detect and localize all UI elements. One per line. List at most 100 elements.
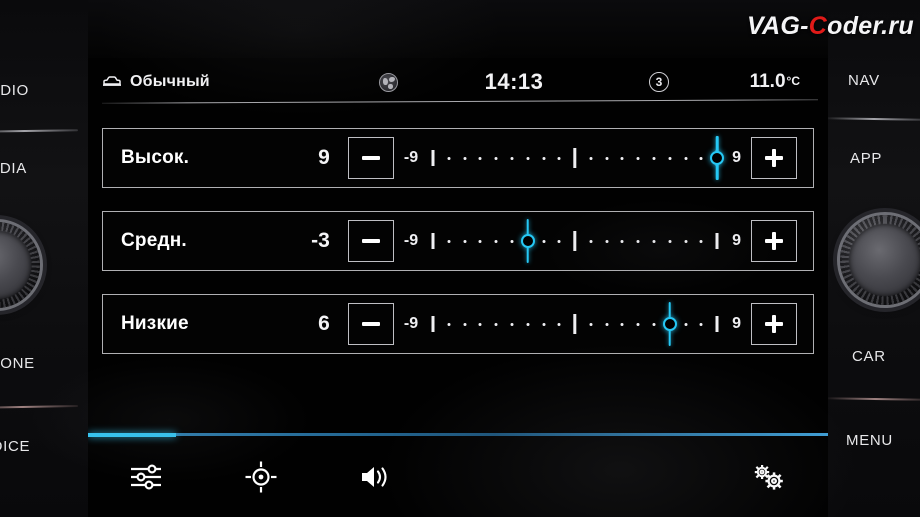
hw-button-menu[interactable]: MENU — [846, 432, 893, 449]
equalizer-decrease-button[interactable] — [347, 137, 394, 179]
scale-tick — [715, 316, 719, 332]
scale-tick — [478, 239, 482, 243]
equalizer-band-label: Низкие — [121, 313, 189, 334]
hw-button-phone[interactable]: PHONE — [0, 355, 35, 372]
scale-tick — [652, 156, 656, 160]
scale-tick — [510, 239, 514, 243]
scale-tick — [699, 156, 703, 160]
scale-tick — [684, 322, 688, 326]
equalizer-scale[interactable]: -9 9 — [394, 212, 751, 270]
hw-button-radio[interactable]: RADIO — [0, 82, 29, 99]
scale-tick — [447, 156, 451, 160]
car-icon — [103, 76, 121, 86]
hw-separator-top-left — [0, 129, 79, 133]
equalizer-row: Средн. -3 -9 9 — [102, 211, 814, 271]
scale-tick — [542, 156, 546, 160]
scale-tick — [699, 239, 703, 243]
circled-3-icon: 3 — [649, 72, 669, 92]
equalizer-track[interactable] — [427, 219, 723, 263]
screen-top-strip — [88, 0, 828, 58]
scale-tick — [494, 156, 498, 160]
equalizer-row: Низкие 6 -9 9 — [102, 294, 814, 354]
scale-tick — [526, 156, 530, 160]
scale-min-label: -9 — [403, 149, 419, 166]
scale-tick — [620, 156, 624, 160]
scale-tick — [668, 322, 672, 326]
scale-tick — [684, 156, 688, 160]
scale-tick — [463, 239, 467, 243]
right-hardware-bezel: NAV APP CAR MENU — [823, 0, 920, 517]
scale-tick — [494, 322, 498, 326]
watermark-accent-letter: C — [808, 12, 828, 40]
scale-tick — [526, 239, 530, 243]
scale-tick — [636, 322, 640, 326]
scale-tick — [431, 316, 435, 332]
scale-tick — [557, 239, 561, 243]
equalizer-band-value: -3 — [311, 229, 330, 252]
plus-icon-v — [772, 315, 776, 333]
scale-tick — [620, 239, 624, 243]
scale-tick — [699, 322, 703, 326]
scale-tick — [636, 156, 640, 160]
scale-tick — [526, 322, 530, 326]
equalizer-band-value: 9 — [318, 146, 330, 169]
watermark-suffix: oder.ru — [827, 12, 914, 40]
scale-tick — [668, 156, 672, 160]
hw-button-app[interactable]: APP — [850, 150, 882, 167]
navigation-globe[interactable] — [332, 72, 444, 92]
equalizer-track[interactable] — [427, 302, 723, 346]
scale-tick — [636, 239, 640, 243]
equalizer-track[interactable] — [427, 136, 725, 180]
scale-tick — [652, 239, 656, 243]
equalizer-row: Высок. 9 -9 9 — [102, 128, 814, 188]
scale-tick — [589, 322, 593, 326]
scale-tick — [620, 322, 624, 326]
globe-icon — [378, 72, 398, 92]
scale-tick — [431, 150, 435, 166]
equalizer-increase-button[interactable] — [751, 137, 797, 179]
equalizer-increase-button[interactable] — [751, 303, 797, 345]
drive-mode-indicator[interactable]: Обычный — [102, 73, 332, 91]
hw-button-voice[interactable]: VOICE — [0, 438, 30, 455]
scale-max-label: 9 — [732, 315, 741, 332]
scale-tick — [447, 239, 451, 243]
equalizer-band-label: Высок. — [121, 147, 190, 168]
scale-max-label: 9 — [732, 149, 741, 166]
toolbar-volume-button[interactable] — [318, 436, 433, 517]
toolbar-equalizer-button[interactable] — [88, 436, 203, 517]
scale-tick — [478, 156, 482, 160]
equalizer-increase-button[interactable] — [751, 220, 797, 262]
scale-tick — [684, 239, 688, 243]
scale-tick — [542, 322, 546, 326]
scale-tick — [557, 322, 561, 326]
equalizer-decrease-button[interactable] — [347, 220, 394, 262]
volume-knob[interactable] — [0, 222, 40, 308]
settings-gears-icon — [754, 464, 783, 490]
equalizer-scale[interactable]: -9 9 — [394, 129, 751, 187]
toolbar-balance-button[interactable] — [203, 436, 318, 517]
scale-tick — [573, 148, 577, 168]
scale-tick — [463, 156, 467, 160]
scale-max-label: 9 — [732, 232, 741, 249]
hw-button-car[interactable]: CAR — [852, 348, 886, 365]
toolbar-settings-button[interactable] — [708, 460, 828, 494]
scale-tick — [510, 156, 514, 160]
infotainment-screen: Обычный 14:13 3 11.0°C Высок. 9 -9 9 Средн. -… — [88, 0, 828, 517]
hw-separator-bottom-right — [823, 397, 920, 401]
minus-icon — [361, 322, 380, 326]
scale-tick — [542, 239, 546, 243]
watermark-vag-coder: VAG-Coder.ru — [747, 12, 914, 41]
scale-tick — [557, 156, 561, 160]
status-bar: Обычный 14:13 3 11.0°C — [102, 62, 818, 102]
hw-button-media[interactable]: MEDIA — [0, 160, 27, 177]
hw-separator-top-right — [823, 117, 920, 121]
equalizer-decrease-button[interactable] — [347, 303, 394, 345]
outside-temperature: 11.0°C — [734, 71, 818, 93]
scale-tick — [652, 322, 656, 326]
tune-knob[interactable] — [840, 215, 920, 305]
equalizer-scale[interactable]: -9 9 — [394, 295, 751, 353]
scale-tick — [605, 239, 609, 243]
clock: 14:13 — [484, 69, 544, 94]
hw-button-nav[interactable]: NAV — [848, 72, 880, 89]
scale-tick — [589, 239, 593, 243]
